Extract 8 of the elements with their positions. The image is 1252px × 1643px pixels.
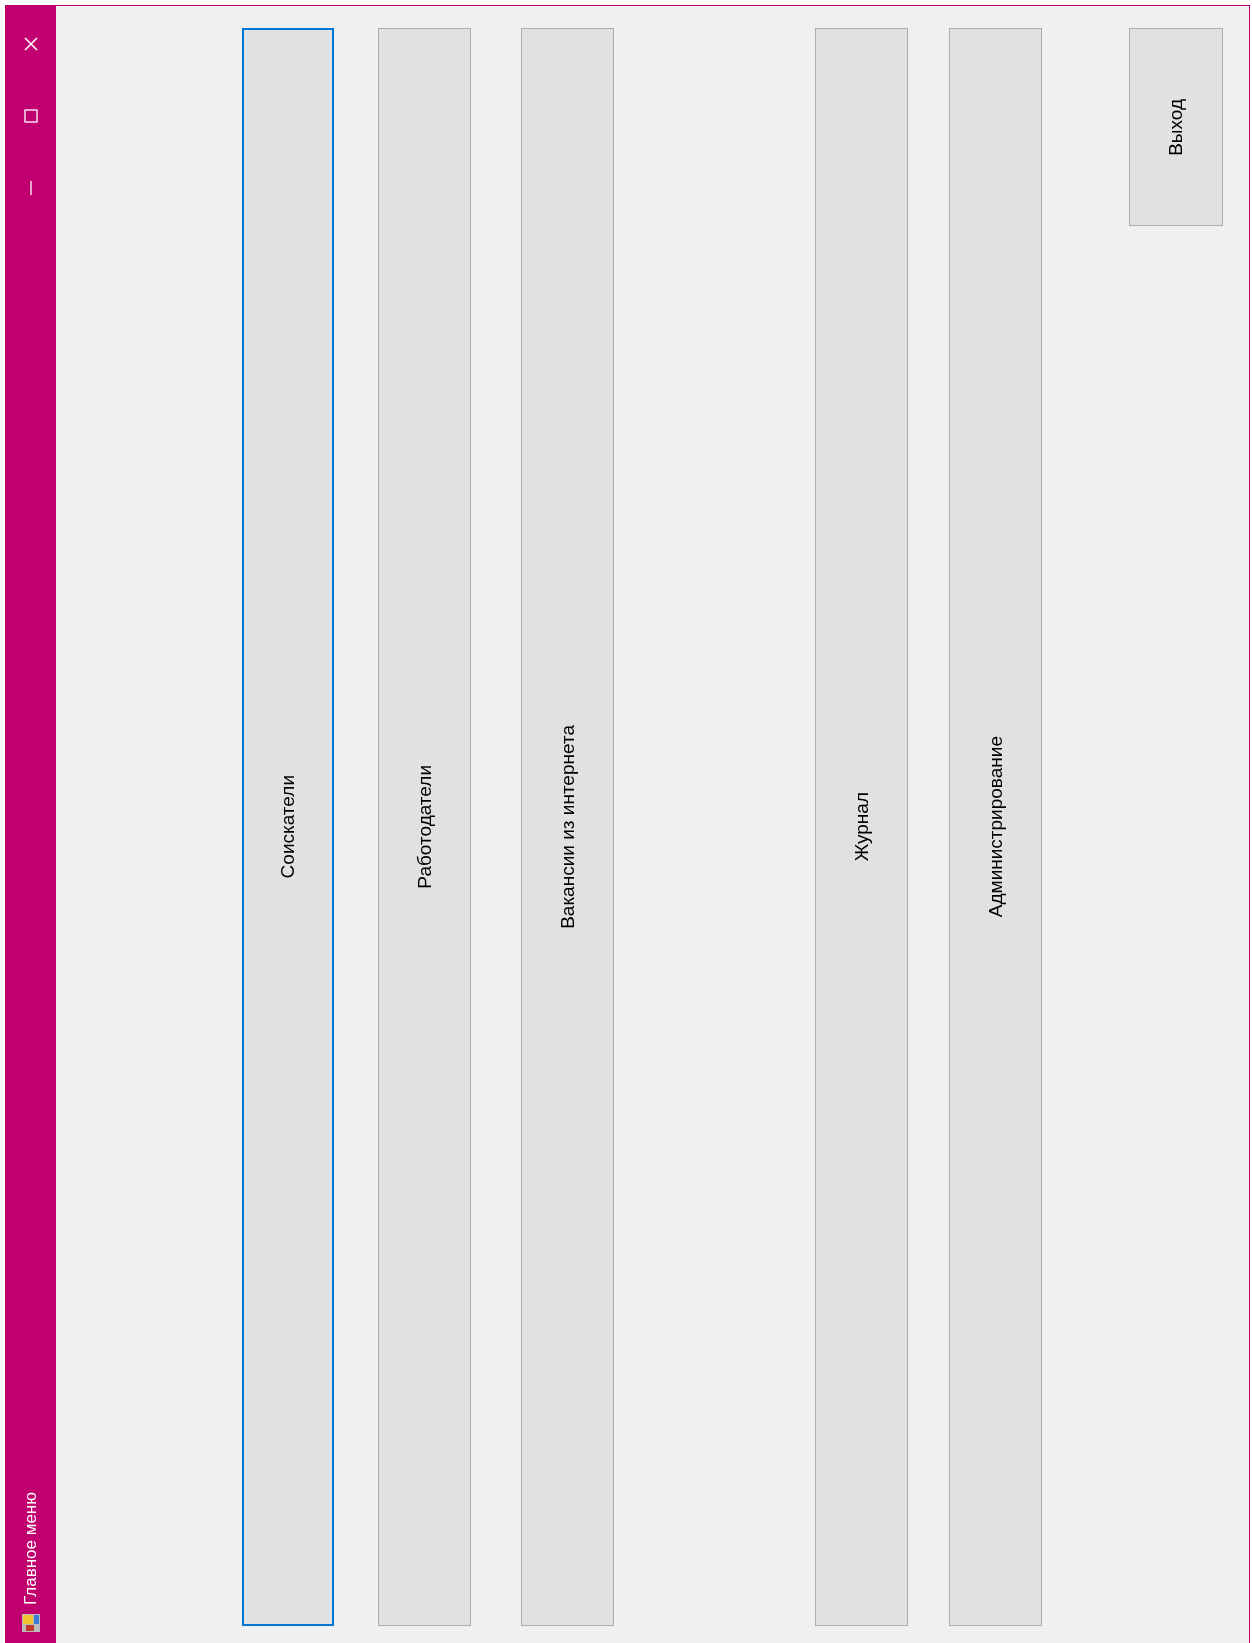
menu-button[interactable]: Работодатели bbox=[378, 28, 471, 1626]
window-title: Главное меню bbox=[21, 1492, 41, 1605]
menu-button[interactable]: Журнал bbox=[815, 28, 908, 1626]
menu-button[interactable]: Вакансии из интернета bbox=[521, 28, 614, 1626]
menu-button[interactable]: Выход bbox=[1129, 28, 1223, 226]
app-icon bbox=[21, 1613, 41, 1633]
menu-button[interactable]: Соискатели bbox=[242, 28, 334, 1626]
menu-button[interactable]: Администрирование bbox=[949, 28, 1042, 1626]
